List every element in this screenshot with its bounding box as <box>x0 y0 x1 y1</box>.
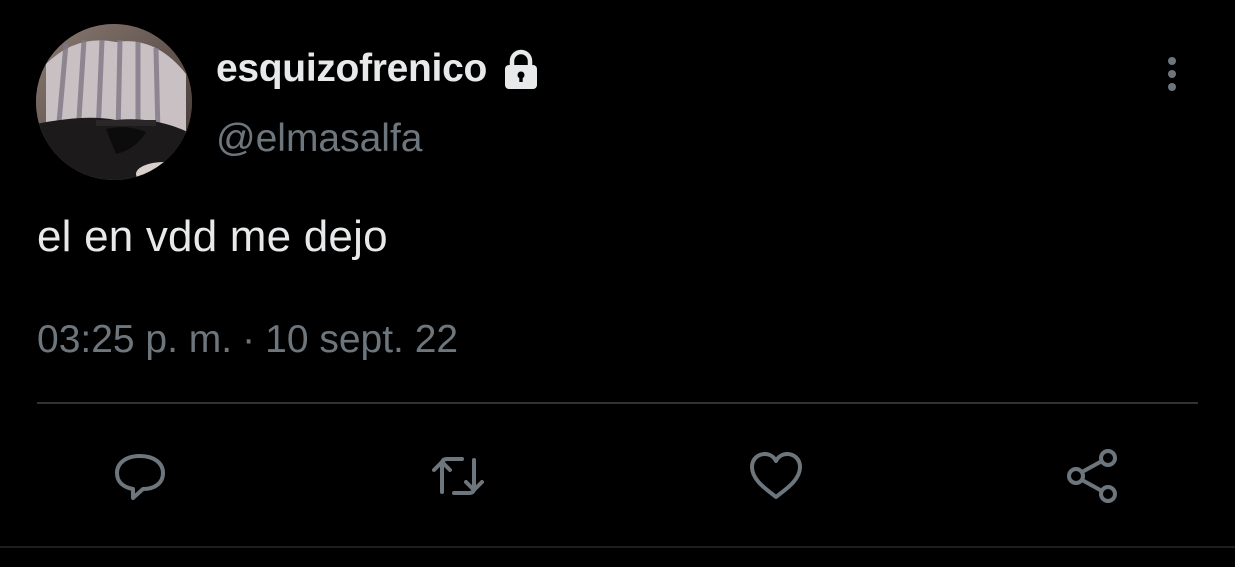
like-button[interactable] <box>743 443 809 509</box>
retweet-button[interactable] <box>425 443 491 509</box>
tweet-card: esquizofrenico @elmasalfa el en vdd me d… <box>0 0 1235 567</box>
more-options-button[interactable] <box>1150 52 1194 96</box>
retweet-icon <box>432 457 484 495</box>
avatar-image <box>36 24 192 180</box>
share-icon <box>1067 449 1117 503</box>
author-handle[interactable]: @elmasalfa <box>216 117 423 161</box>
reply-button[interactable] <box>108 443 174 509</box>
heart-icon <box>750 452 802 499</box>
vertical-ellipsis-icon <box>1168 57 1176 91</box>
avatar[interactable] <box>36 24 192 180</box>
timestamp-separator: · <box>242 318 256 361</box>
speech-bubble-icon <box>115 454 165 500</box>
tweet-date: 10 sept. 22 <box>265 318 459 361</box>
tweet-time: 03:25 p. m. <box>37 318 233 361</box>
timestamp[interactable]: 03:25 p. m. · 10 sept. 22 <box>37 318 458 362</box>
divider <box>37 402 1198 404</box>
share-button[interactable] <box>1060 443 1126 509</box>
bottom-divider <box>0 546 1235 548</box>
tweet-text: el en vdd me dejo <box>37 212 388 261</box>
author-row: esquizofrenico <box>216 44 543 94</box>
display-name[interactable]: esquizofrenico <box>216 47 487 91</box>
lock-icon <box>499 47 543 91</box>
